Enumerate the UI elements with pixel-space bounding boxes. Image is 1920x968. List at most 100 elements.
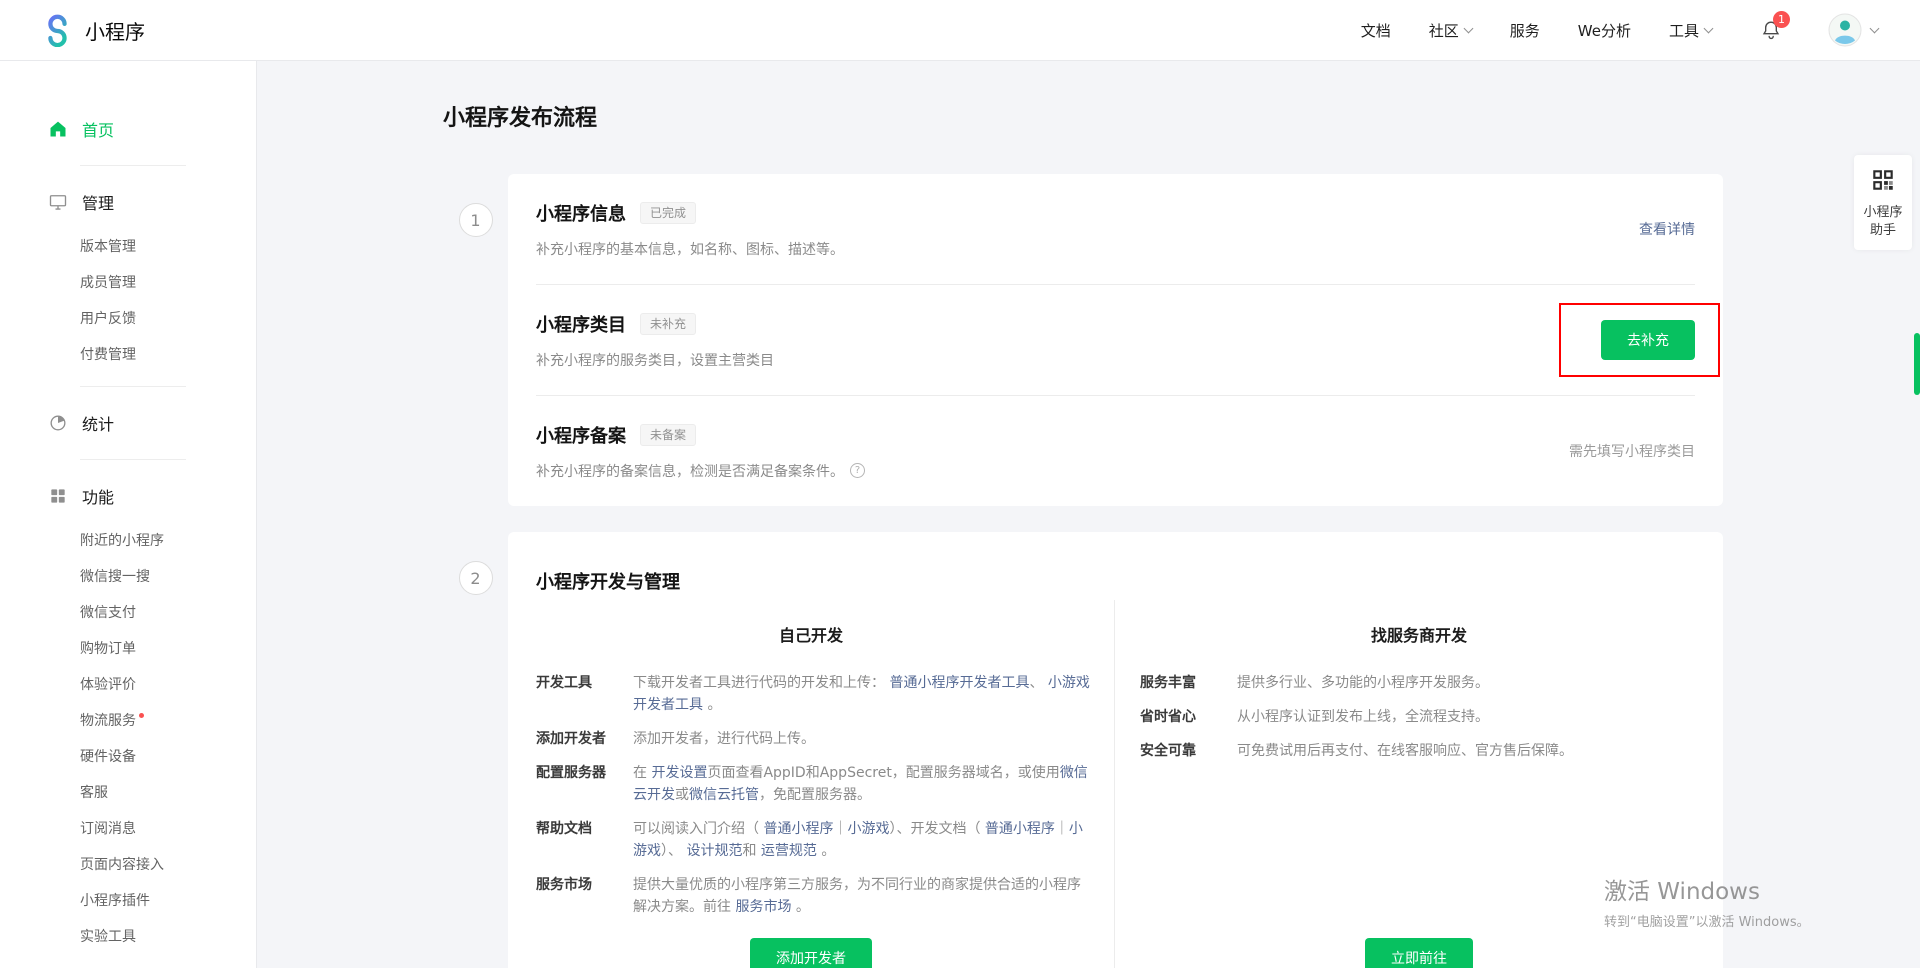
nav-services[interactable]: 服务 <box>1510 20 1540 41</box>
sidebar-item[interactable]: 体验评价 <box>0 666 256 702</box>
sidebar-item-label: 物流服务 <box>80 710 136 730</box>
inline-link[interactable]: 开发设置 <box>651 765 707 781</box>
features-submenu: 附近的小程序 微信搜一搜 微信支付 购物订单 体验评价 物流服务 硬件设备 客服… <box>0 522 256 954</box>
dev-row-text: 提供大量优质的小程序第三方服务，为不同行业的商家提供合适的小程序解决方案。前往 … <box>633 874 1093 918</box>
sidebar-item[interactable]: 实验工具 <box>0 918 256 954</box>
sidebar-section-features[interactable]: 功能 <box>0 474 256 518</box>
nav-community[interactable]: 社区 <box>1429 20 1472 41</box>
dev-row-text: 从小程序认证到发布上线，全流程支持。 <box>1237 706 1489 728</box>
inline-link[interactable]: 微信云托管 <box>689 787 759 803</box>
chevron-down-icon <box>1870 23 1880 33</box>
status-badge: 已完成 <box>640 202 696 224</box>
divider <box>80 459 186 460</box>
step-number: 1 <box>459 203 493 237</box>
dev-row-label: 配置服务器 <box>536 762 633 806</box>
text-segment: 。 <box>791 899 809 915</box>
sidebar-item[interactable]: 版本管理 <box>0 228 256 264</box>
chevron-down-icon <box>1704 23 1714 33</box>
sidebar-item[interactable]: 购物订单 <box>0 630 256 666</box>
sidebar-item[interactable]: 付费管理 <box>0 336 256 372</box>
inline-link[interactable]: 运营规范 <box>761 843 817 859</box>
inline-link[interactable]: 普通小程序 <box>985 821 1055 837</box>
sidebar-item[interactable]: 用户反馈 <box>0 300 256 336</box>
row-miniprogram-icp: 小程序备案 未备案 补充小程序的备案信息，检测是否满足备案条件。 ? 需先填写小… <box>508 396 1723 506</box>
view-details-link[interactable]: 查看详情 <box>1639 219 1695 239</box>
help-icon[interactable]: ? <box>850 463 865 478</box>
account-menu[interactable] <box>1828 13 1878 47</box>
dev-row-text: 可免费试用后再支付、在线客服响应、官方售后保障。 <box>1237 740 1573 762</box>
row-title: 小程序信息 <box>536 200 626 226</box>
nav-label: 服务 <box>1510 20 1540 41</box>
sidebar-item[interactable]: 物流服务 <box>0 702 256 738</box>
sidebar-item[interactable]: 微信搜一搜 <box>0 558 256 594</box>
divider <box>80 165 186 166</box>
text-segment: 或 <box>675 787 689 803</box>
text-segment: 下载开发者工具进行代码的开发和上传： <box>633 675 889 691</box>
sidebar-section-label: 管理 <box>82 190 114 214</box>
chevron-down-icon <box>1463 23 1473 33</box>
sidebar-section-label: 功能 <box>82 484 114 508</box>
sidebar-item[interactable]: 成员管理 <box>0 264 256 300</box>
inline-link[interactable]: 服务市场 <box>735 899 791 915</box>
inline-link[interactable]: 普通小程序 <box>763 821 833 837</box>
row-title-line: 小程序类目 未补充 <box>536 311 1601 337</box>
sidebar-item[interactable]: 小程序插件 <box>0 882 256 918</box>
sidebar-item[interactable]: 客服 <box>0 774 256 810</box>
nav-tools[interactable]: 工具 <box>1669 20 1712 41</box>
dev-row-label: 帮助文档 <box>536 818 633 862</box>
sidebar-item[interactable]: 页面内容接入 <box>0 846 256 882</box>
step2-card: 小程序开发与管理 自己开发 开发工具 下载开发者工具进行代码的开发和上传： 普通… <box>508 532 1723 968</box>
row-title: 小程序备案 <box>536 422 626 448</box>
prerequisite-hint: 需先填写小程序类目 <box>1569 441 1695 461</box>
home-icon <box>48 119 68 139</box>
assistant-label-line2: 助手 <box>1858 222 1908 240</box>
scrollbar-thumb[interactable] <box>1914 333 1920 395</box>
sidebar-section-stats[interactable]: 统计 <box>0 401 256 445</box>
inline-link[interactable]: 设计规范 <box>686 843 742 859</box>
top-navbar: 小程序 文档 社区 服务 We分析 工具 1 <box>0 0 1920 61</box>
qr-code-icon <box>1870 167 1896 193</box>
fill-category-button[interactable]: 去补充 <box>1601 320 1695 360</box>
row-miniprogram-category: 小程序类目 未补充 补充小程序的服务类目，设置主营类目 去补充 <box>508 285 1723 395</box>
row-title-line: 小程序备案 未备案 <box>536 422 1569 448</box>
step-1: 1 小程序信息 已完成 补充小程序的基本信息，如名称、图标、描述等。 查看详情 <box>443 174 1920 506</box>
sidebar: 首页 管理 版本管理 成员管理 用户反馈 付费管理 统计 功能 附近的小程序 <box>0 61 257 968</box>
dev-manage-title: 小程序开发与管理 <box>536 568 1723 594</box>
text-segment: ）、 <box>661 843 686 859</box>
text-segment: ）、开发文档（ <box>889 821 984 837</box>
inline-link[interactable]: 小游戏 <box>847 821 889 837</box>
sidebar-item-home[interactable]: 首页 <box>0 107 256 151</box>
desc-text: 补充小程序的基本信息，如名称、图标、描述等。 <box>536 239 844 259</box>
sidebar-section-label: 统计 <box>82 411 114 435</box>
sidebar-item[interactable]: 附近的小程序 <box>0 522 256 558</box>
sidebar-item[interactable]: 订阅消息 <box>0 810 256 846</box>
assistant-label-line1: 小程序 <box>1858 204 1908 222</box>
text-segment: ，免配置服务器。 <box>759 787 871 803</box>
text-segment: 。 <box>703 697 721 713</box>
nav-label: 工具 <box>1669 20 1699 41</box>
sidebar-item[interactable]: 微信支付 <box>0 594 256 630</box>
row-miniprogram-info: 小程序信息 已完成 补充小程序的基本信息，如名称、图标、描述等。 查看详情 <box>508 174 1723 284</box>
dev-row-text: 提供多行业、多功能的小程序开发服务。 <box>1237 672 1489 694</box>
notification-bell[interactable]: 1 <box>1760 19 1782 41</box>
vendor-develop-column: 找服务商开发 服务丰富 提供多行业、多功能的小程序开发服务。 省时省心 从小程序… <box>1114 600 1723 968</box>
add-developer-button[interactable]: 添加开发者 <box>750 938 872 968</box>
text-segment: 页面查看AppID和AppSecret，配置服务器域名，或使用 <box>707 765 1059 781</box>
dev-columns: 自己开发 开发工具 下载开发者工具进行代码的开发和上传： 普通小程序开发者工具、… <box>508 600 1723 968</box>
dev-row-server-config: 配置服务器 在 开发设置页面查看AppID和AppSecret，配置服务器域名，… <box>508 762 1114 806</box>
step1-card: 小程序信息 已完成 补充小程序的基本信息，如名称、图标、描述等。 查看详情 小程… <box>508 174 1723 506</box>
go-now-button[interactable]: 立即前往 <box>1365 938 1473 968</box>
text-segment: 添加开发者，进行代码上传。 <box>633 731 815 747</box>
row-title-line: 小程序信息 已完成 <box>536 200 1639 226</box>
nav-docs[interactable]: 文档 <box>1361 20 1391 41</box>
nav-label: 文档 <box>1361 20 1391 41</box>
sidebar-item[interactable]: 硬件设备 <box>0 738 256 774</box>
miniprogram-assistant-widget[interactable]: 小程序 助手 <box>1854 155 1912 250</box>
inline-link[interactable]: 普通小程序开发者工具 <box>889 675 1029 691</box>
dev-row-label: 安全可靠 <box>1140 740 1237 762</box>
sidebar-section-manage[interactable]: 管理 <box>0 180 256 224</box>
nav-we-analytics[interactable]: We分析 <box>1578 20 1631 41</box>
status-badge: 未补充 <box>640 313 696 335</box>
dev-row-text: 下载开发者工具进行代码的开发和上传： 普通小程序开发者工具、 小游戏开发者工具 … <box>633 672 1093 716</box>
miniprogram-logo[interactable]: 小程序 <box>40 13 145 47</box>
